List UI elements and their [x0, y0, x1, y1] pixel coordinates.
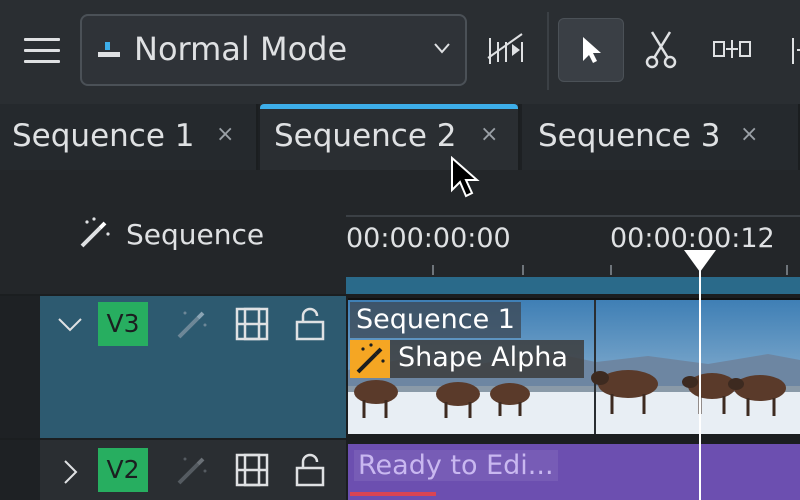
- film-icon[interactable]: [234, 452, 270, 488]
- track-name-badge[interactable]: V3: [98, 302, 148, 346]
- effect-wand-icon: [350, 340, 390, 378]
- playhead-line[interactable]: [699, 260, 701, 500]
- track-gutter: [0, 296, 40, 438]
- clip-marker-line: [350, 492, 436, 496]
- track-lane-v2[interactable]: Ready to Edi...: [346, 438, 800, 500]
- active-tab-indicator: [260, 104, 518, 109]
- sequence-tab-bar: Sequence 1 × Sequence 2 × Sequence 3 ×: [0, 104, 800, 170]
- main-toolbar: Normal Mode: [0, 0, 800, 104]
- ripple-tool-icon[interactable]: [712, 28, 756, 72]
- ruler-tick: [432, 265, 434, 275]
- ruler-tick: [786, 265, 788, 275]
- timeline-header-panel: Sequence: [0, 170, 346, 294]
- tab-label: Sequence 3: [538, 118, 721, 154]
- film-icon[interactable]: [234, 306, 270, 342]
- edit-mode-label: Normal Mode: [134, 30, 348, 68]
- ruler-tick: [522, 265, 524, 275]
- edit-mode-select[interactable]: Normal Mode: [80, 14, 467, 86]
- tab-sequence-2[interactable]: Sequence 2 ×: [260, 104, 520, 170]
- track-gutter: [0, 440, 40, 500]
- track-name-badge[interactable]: V2: [98, 448, 148, 492]
- tab-label: Sequence 2: [274, 118, 457, 154]
- razor-tool-icon[interactable]: [640, 28, 684, 72]
- collapse-chevron-icon[interactable]: [56, 310, 84, 338]
- sequence-effects-label[interactable]: Sequence: [126, 218, 264, 251]
- lock-icon[interactable]: [292, 452, 328, 488]
- effect-name: Shape Alpha: [398, 342, 568, 373]
- tab-label: Sequence 1: [12, 118, 195, 154]
- close-icon[interactable]: ×: [216, 122, 234, 147]
- expand-chevron-icon[interactable]: [56, 458, 84, 486]
- close-icon[interactable]: ×: [740, 122, 758, 147]
- tab-sequence-1[interactable]: Sequence 1 ×: [0, 104, 258, 170]
- timeline-clip[interactable]: Sequence 1 Shape Alpha: [348, 298, 800, 434]
- toolbar-separator: [547, 12, 549, 90]
- clip-effect-tag[interactable]: Shape Alpha: [350, 340, 584, 378]
- track-header-v2[interactable]: V2: [0, 438, 346, 500]
- chevron-down-icon: [434, 43, 450, 54]
- track-effect-wand-icon[interactable]: [174, 452, 210, 488]
- clip-title: Ready to Edi...: [354, 450, 558, 481]
- track-lane-v3[interactable]: Sequence 1 Shape Alpha: [346, 294, 800, 438]
- timeline-clip[interactable]: Ready to Edi...: [348, 444, 800, 500]
- mouse-cursor-icon: [451, 156, 480, 198]
- close-icon[interactable]: ×: [480, 122, 498, 147]
- track-effect-wand-icon[interactable]: [174, 306, 210, 342]
- track-header-v3[interactable]: V3: [0, 294, 346, 438]
- clip-title: Sequence 1: [350, 302, 521, 338]
- menu-icon[interactable]: [24, 38, 60, 66]
- timeline-ruler[interactable]: 00:00:00:00 00:00:00:12: [346, 215, 800, 296]
- spacer-tool-icon[interactable]: [486, 28, 530, 72]
- tab-sequence-3[interactable]: Sequence 3 ×: [522, 104, 800, 170]
- select-tool-icon: [583, 37, 601, 63]
- lock-icon[interactable]: [292, 306, 328, 342]
- select-tool-button[interactable]: [558, 18, 624, 82]
- timecode-label: 00:00:00:00: [346, 223, 511, 254]
- wand-icon[interactable]: [78, 216, 112, 250]
- mode-glyph-icon: [98, 42, 120, 58]
- ruler-tick: [610, 265, 612, 275]
- slip-tool-icon[interactable]: [778, 28, 800, 72]
